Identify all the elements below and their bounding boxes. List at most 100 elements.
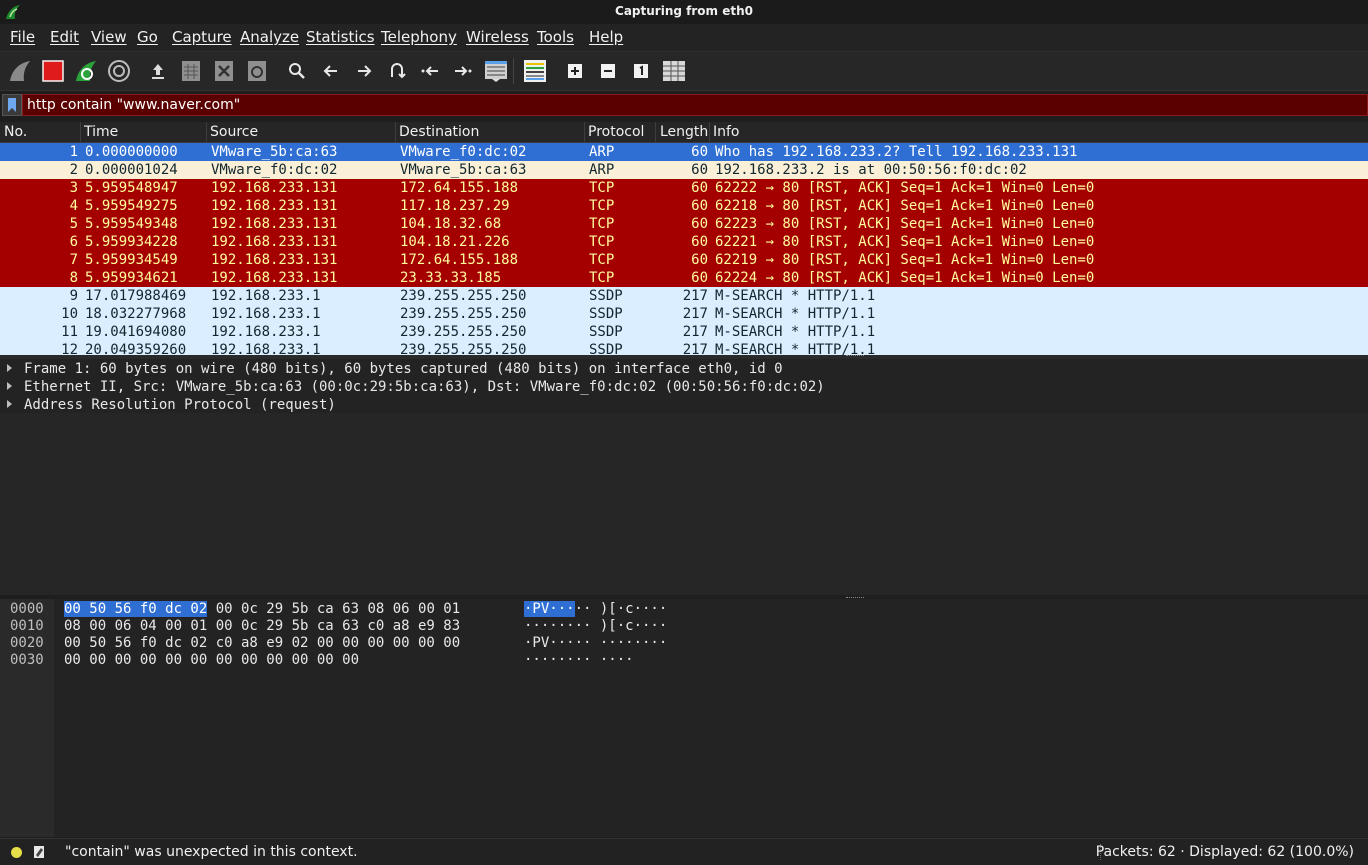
expand-arrow-icon[interactable] bbox=[7, 400, 12, 408]
splitter-grip[interactable] bbox=[846, 355, 864, 358]
detail-tree-item-arp[interactable]: Address Resolution Protocol (request) bbox=[0, 396, 1368, 414]
go-last-packet-button[interactable] bbox=[450, 58, 476, 84]
zoom-out-button[interactable] bbox=[595, 58, 621, 84]
packet-list[interactable]: 1 0.000000000 VMware_5b:ca:63 VMware_f0:… bbox=[0, 143, 1368, 355]
packet-row[interactable]: 3 5.959548947 192.168.233.131 172.64.155… bbox=[0, 179, 1368, 197]
display-filter-input[interactable] bbox=[22, 94, 1368, 116]
column-length[interactable]: Length bbox=[660, 124, 708, 140]
menu-telephony[interactable]: Telephony bbox=[381, 28, 457, 46]
go-to-packet-button[interactable] bbox=[384, 58, 410, 84]
menu-edit[interactable]: Edit bbox=[50, 28, 79, 46]
column-divider[interactable] bbox=[584, 122, 585, 142]
bookmark-icon bbox=[8, 98, 16, 112]
packet-length: 217 bbox=[682, 342, 708, 355]
restart-capture-button[interactable] bbox=[73, 58, 99, 84]
packet-row[interactable]: 8 5.959934621 192.168.233.131 23.33.33.1… bbox=[0, 269, 1368, 287]
bytes-row[interactable]: 0010 08 00 06 04 00 01 00 0c 29 5b ca 63… bbox=[0, 618, 1368, 635]
packet-row[interactable]: 12 20.049359260 192.168.233.1 239.255.25… bbox=[0, 341, 1368, 355]
packet-source: 192.168.233.1 bbox=[211, 288, 321, 304]
hex-bytes[interactable]: 00 00 00 00 00 00 00 00 00 00 00 00 bbox=[64, 652, 359, 669]
autoscroll-button[interactable] bbox=[483, 58, 509, 84]
menu-help[interactable]: Help bbox=[589, 28, 623, 46]
packet-row[interactable]: 5 5.959549348 192.168.233.131 104.18.32.… bbox=[0, 215, 1368, 233]
menu-view[interactable]: View bbox=[91, 28, 127, 46]
menu-file[interactable]: File bbox=[10, 28, 35, 46]
bytes-row[interactable]: 0000 00 50 56 f0 dc 02 00 0c 29 5b ca 63… bbox=[0, 601, 1368, 618]
column-divider[interactable] bbox=[80, 122, 81, 142]
capture-options-button[interactable] bbox=[106, 58, 132, 84]
ascii-bytes[interactable]: ········ ···· bbox=[524, 652, 634, 669]
packet-row[interactable]: 7 5.959934549 192.168.233.131 172.64.155… bbox=[0, 251, 1368, 269]
go-forward-button[interactable] bbox=[351, 58, 377, 84]
resize-columns-button[interactable] bbox=[661, 58, 687, 84]
hex-rest[interactable]: 00 0c 29 5b ca 63 08 06 00 01 bbox=[207, 601, 460, 617]
column-divider[interactable] bbox=[709, 122, 710, 142]
hex-bytes[interactable]: 00 50 56 f0 dc 02 c0 a8 e9 02 00 00 00 0… bbox=[64, 635, 460, 652]
go-back-button[interactable] bbox=[318, 58, 344, 84]
packet-row[interactable]: 1 0.000000000 VMware_5b:ca:63 VMware_f0:… bbox=[0, 143, 1368, 161]
packet-row[interactable]: 10 18.032277968 192.168.233.1 239.255.25… bbox=[0, 305, 1368, 323]
menu-go[interactable]: Go bbox=[137, 28, 158, 46]
close-file-button[interactable] bbox=[211, 58, 237, 84]
stop-capture-button[interactable] bbox=[40, 58, 66, 84]
packet-protocol: ARP bbox=[589, 162, 615, 178]
column-divider[interactable] bbox=[395, 122, 396, 142]
packet-row[interactable]: 4 5.959549275 192.168.233.131 117.18.237… bbox=[0, 197, 1368, 215]
packet-no: 8 bbox=[69, 270, 78, 286]
detail-tree-item-frame[interactable]: Frame 1: 60 bytes on wire (480 bits), 60… bbox=[0, 360, 1368, 378]
column-source[interactable]: Source bbox=[210, 124, 258, 140]
packet-length: 60 bbox=[691, 216, 708, 232]
hex-bytes[interactable]: 00 50 56 f0 dc 02 00 0c 29 5b ca 63 08 0… bbox=[64, 601, 460, 618]
menu-wireless[interactable]: Wireless bbox=[466, 28, 529, 46]
packet-info: 62218 → 80 [RST, ACK] Seq=1 Ack=1 Win=0 … bbox=[715, 198, 1095, 214]
reload-file-button[interactable] bbox=[244, 58, 270, 84]
column-no[interactable]: No. bbox=[4, 124, 27, 140]
hex-selected[interactable]: 00 50 56 f0 dc 02 bbox=[64, 601, 208, 617]
save-file-button[interactable] bbox=[178, 58, 204, 84]
start-capture-button[interactable] bbox=[7, 58, 33, 84]
zoom-in-button[interactable] bbox=[562, 58, 588, 84]
packet-length: 217 bbox=[682, 306, 708, 322]
column-divider[interactable] bbox=[206, 122, 207, 142]
packet-length: 60 bbox=[691, 234, 708, 250]
hex-bytes[interactable]: 08 00 06 04 00 01 00 0c 29 5b ca 63 c0 a… bbox=[64, 618, 460, 635]
ascii-rest[interactable]: ·· )[·c···· bbox=[575, 601, 668, 617]
ascii-selected[interactable]: ·PV··· bbox=[524, 601, 575, 617]
menu-capture[interactable]: Capture bbox=[172, 28, 232, 46]
open-file-button[interactable] bbox=[145, 58, 171, 84]
expert-info-icon[interactable] bbox=[11, 847, 22, 858]
find-packet-button[interactable] bbox=[284, 58, 310, 84]
column-divider[interactable] bbox=[655, 122, 656, 142]
bytes-row[interactable]: 0030 00 00 00 00 00 00 00 00 00 00 00 00… bbox=[0, 652, 1368, 669]
packet-row[interactable]: 6 5.959934228 192.168.233.131 104.18.21.… bbox=[0, 233, 1368, 251]
capture-comment-icon[interactable] bbox=[33, 845, 45, 859]
ascii-bytes[interactable]: ·PV····· )[·c···· bbox=[524, 601, 667, 618]
packet-bytes-pane: 0000 00 50 56 f0 dc 02 00 0c 29 5b ca 63… bbox=[0, 599, 1368, 837]
normal-size-button[interactable] bbox=[628, 58, 654, 84]
column-protocol[interactable]: Protocol bbox=[588, 124, 644, 140]
column-destination[interactable]: Destination bbox=[399, 124, 479, 140]
go-first-packet-button[interactable] bbox=[417, 58, 443, 84]
menu-statistics[interactable]: Statistics bbox=[306, 28, 375, 46]
ascii-bytes[interactable]: ·PV····· ········ bbox=[524, 635, 667, 652]
bytes-row[interactable]: 0020 00 50 56 f0 dc 02 c0 a8 e9 02 00 00… bbox=[0, 635, 1368, 652]
packet-row[interactable]: 2 0.000001024 VMware_f0:dc:02 VMware_5b:… bbox=[0, 161, 1368, 179]
filter-bookmark-button[interactable] bbox=[2, 94, 22, 116]
colorize-button[interactable] bbox=[522, 58, 548, 84]
packet-row[interactable]: 11 19.041694080 192.168.233.1 239.255.25… bbox=[0, 323, 1368, 341]
packet-info: M-SEARCH * HTTP/1.1 bbox=[715, 288, 876, 304]
packet-protocol: ARP bbox=[589, 144, 615, 160]
menu-analyze[interactable]: Analyze bbox=[240, 28, 299, 46]
packet-destination: VMware_f0:dc:02 bbox=[400, 144, 527, 160]
byte-offset: 0020 bbox=[10, 635, 44, 651]
detail-tree-item-ethernet[interactable]: Ethernet II, Src: VMware_5b:ca:63 (00:0c… bbox=[0, 378, 1368, 396]
column-info[interactable]: Info bbox=[713, 124, 740, 140]
menu-tools[interactable]: Tools bbox=[537, 28, 574, 46]
packet-source: 192.168.233.131 bbox=[211, 234, 338, 250]
expand-arrow-icon[interactable] bbox=[7, 382, 12, 390]
ascii-bytes[interactable]: ········ )[·c···· bbox=[524, 618, 667, 635]
column-time[interactable]: Time bbox=[84, 124, 118, 140]
status-message: "contain" was unexpected in this context… bbox=[65, 844, 358, 860]
packet-row[interactable]: 9 17.017988469 192.168.233.1 239.255.255… bbox=[0, 287, 1368, 305]
expand-arrow-icon[interactable] bbox=[7, 364, 12, 372]
